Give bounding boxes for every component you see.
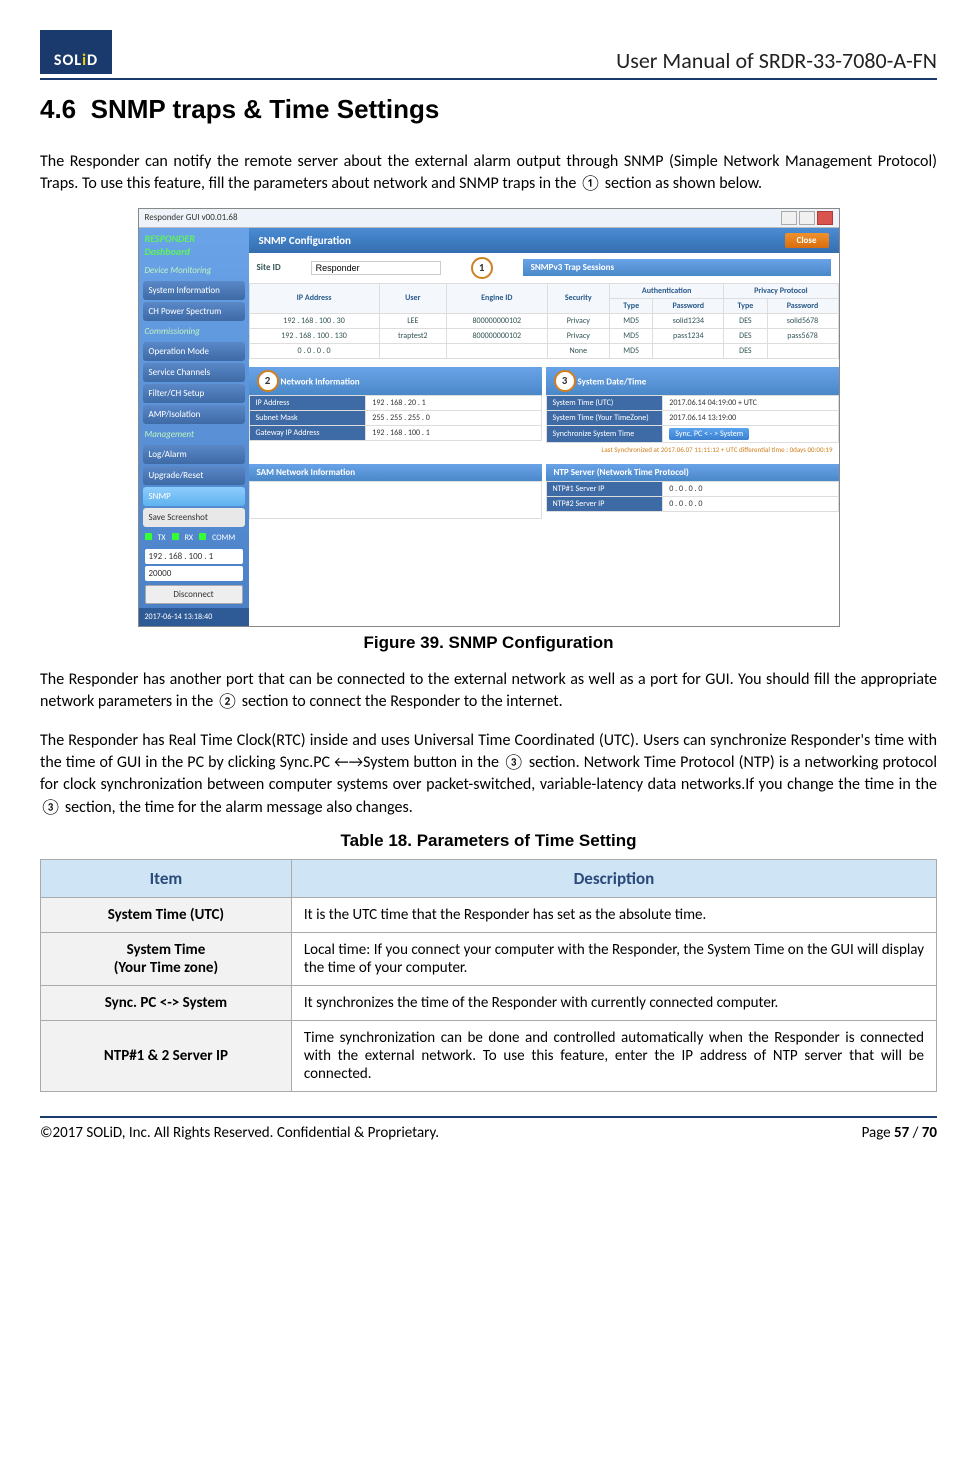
sidebar-item-snmp[interactable]: SNMP	[143, 487, 245, 506]
sidebar-section-monitoring: Device Monitoring	[139, 262, 249, 279]
panel-header: SNMP Configuration Close	[249, 228, 839, 253]
copyright: ©2017 SOLiD, Inc. All Rights Reserved. C…	[40, 1124, 439, 1142]
parameters-table: Item Description System Time (UTC) It is…	[40, 859, 937, 1092]
paragraph-1: The Responder can notify the remote serv…	[40, 151, 937, 196]
sam-header: SAM Network Information	[249, 464, 542, 481]
sidebar-item-system-info[interactable]: System Information	[143, 281, 245, 300]
sidebar-item-filter[interactable]: Filter/CH Setup	[143, 384, 245, 403]
paragraph-3: The Responder has Real Time Clock(RTC) i…	[40, 730, 937, 820]
sidebar-section-commissioning: Commissioning	[139, 323, 249, 340]
window-buttons[interactable]	[781, 211, 833, 225]
paragraph-2: The Responder has another port that can …	[40, 669, 937, 714]
panel-title: SNMP Configuration	[259, 234, 351, 247]
callout-2-icon: 2	[257, 370, 279, 392]
table-row: System Time (UTC) It is the UTC time tha…	[41, 898, 937, 933]
ntp-header: NTP Server (Network Time Protocol)	[546, 464, 839, 481]
network-info-header: 2 Network Information	[249, 367, 542, 395]
dashboard-title: RESPONDER Dashboard	[139, 228, 249, 262]
sidebar-ip[interactable]: 192 . 168 . 100 . 1	[145, 549, 243, 564]
network-info-table: IP Address192 . 168 . 20 . 1 Subnet Mask…	[249, 395, 542, 441]
sidebar-item-ch-power[interactable]: CH Power Spectrum	[143, 302, 245, 321]
close-button[interactable]: Close	[785, 233, 829, 248]
figure-caption: Figure 39. SNMP Configuration	[40, 633, 937, 653]
datetime-table: System Time (UTC)2017.06.14 04:19:00 + U…	[546, 395, 839, 443]
table-caption: Table 18. Parameters of Time Setting	[40, 831, 937, 851]
status-row: TX RX COMM	[139, 529, 249, 547]
sidebar-item-save-screenshot[interactable]: Save Screenshot	[143, 508, 245, 527]
sync-note: Last Synchronized at 2017.06.07 11:11:12…	[546, 443, 839, 456]
datetime-header: 3 System Date/Time	[546, 367, 839, 395]
page-number: Page 57 / 70	[862, 1124, 937, 1142]
trap-table: IP Address User Engine ID Security Authe…	[249, 283, 839, 359]
main-panel: SNMP Configuration Close Site ID 1 SNMPv…	[249, 228, 839, 626]
table-row: 0 . 0 . 0 . 0NoneMD5DES	[249, 343, 838, 358]
site-id-label: Site ID	[257, 262, 281, 273]
section-heading: 4.6 SNMP traps & Time Settings	[40, 94, 937, 125]
document-title: User Manual of SRDR-33-7080-A-FN	[616, 47, 937, 74]
sidebar-section-management: Management	[139, 426, 249, 443]
header: SOLiD User Manual of SRDR-33-7080-A-FN	[40, 30, 937, 80]
th-item: Item	[41, 860, 292, 898]
sidebar-port[interactable]: 20000	[145, 566, 243, 581]
site-id-input[interactable]	[311, 261, 441, 275]
sidebar-item-log[interactable]: Log/Alarm	[143, 445, 245, 464]
sidebar-item-upgrade[interactable]: Upgrade/Reset	[143, 466, 245, 485]
sidebar-timestamp: 2017-06-14 13:18:40	[139, 608, 249, 626]
screenshot: Responder GUI v00.01.68 RESPONDER Dashbo…	[138, 208, 840, 627]
table-row: Sync. PC <-> System It synchronizes the …	[41, 986, 937, 1021]
callout-3-icon: 3	[554, 370, 576, 392]
table-row: System Time (Your Time zone) Local time:…	[41, 933, 937, 986]
ntp-table: NTP#1 Server IP0 . 0 . 0 . 0 NTP#2 Serve…	[546, 481, 839, 512]
table-row: 192 . 168 . 100 . 130traptest28000000001…	[249, 328, 838, 343]
footer: ©2017 SOLiD, Inc. All Rights Reserved. C…	[40, 1116, 937, 1142]
sidebar: RESPONDER Dashboard Device Monitoring Sy…	[139, 228, 249, 626]
comm-indicator-icon	[199, 533, 206, 540]
window-title: Responder GUI v00.01.68	[145, 212, 238, 223]
rx-indicator-icon	[172, 533, 179, 540]
tx-indicator-icon	[145, 533, 152, 540]
table-row: NTP#1 & 2 Server IP Time synchronization…	[41, 1021, 937, 1092]
figure-39: Responder GUI v00.01.68 RESPONDER Dashbo…	[40, 208, 937, 653]
trap-session-header: SNMPv3 Trap Sessions	[523, 259, 831, 276]
logo: SOLiD	[40, 30, 112, 74]
disconnect-button[interactable]: Disconnect	[145, 585, 243, 604]
sidebar-item-svc-channels[interactable]: Service Channels	[143, 363, 245, 382]
sync-button[interactable]: Sync. PC < - > System	[669, 428, 749, 440]
sidebar-item-op-mode[interactable]: Operation Mode	[143, 342, 245, 361]
table-row: 192 . 168 . 100 . 30LEE800000000102Priva…	[249, 313, 838, 328]
sidebar-item-amp[interactable]: AMP/Isolation	[143, 405, 245, 424]
callout-1-icon: 1	[471, 257, 493, 279]
window-titlebar: Responder GUI v00.01.68	[139, 209, 839, 228]
th-desc: Description	[291, 860, 936, 898]
